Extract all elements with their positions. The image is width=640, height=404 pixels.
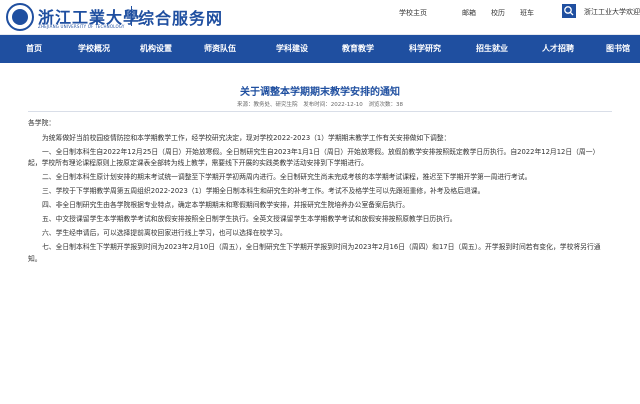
meta-date: 发布时间：2022-12-10 (303, 102, 363, 108)
article-meta: 来源：教务处、研究生院 发布时间：2022-12-10 浏览次数：38 (0, 100, 640, 108)
paragraph-4: 四、非全日制研究生由各学院根据专业特点，确定本学期期末和寒假期间教学安排，并报研… (42, 201, 410, 209)
article-area: 关于调整本学期期末教学安排的通知 来源：教务处、研究生院 发布时间：2022-1… (0, 63, 640, 404)
paragraph-7: 七、全日制本科生下学期开学报到时间为2023年2月10日（周五），全日制研究生下… (28, 243, 601, 263)
meta-views: 浏览次数：38 (368, 102, 403, 108)
nav-about[interactable]: 学校概况 (78, 35, 110, 63)
nav-recruitment[interactable]: 人才招聘 (542, 35, 574, 63)
paragraph-2: 二、全日制本科生原计划安排的期末考试统一调整至下学期开学初两周内进行。全日制研究… (42, 173, 532, 181)
meta-source: 来源：教务处、研究生院 (237, 102, 298, 108)
header-divider (131, 6, 132, 26)
welcome-text: 浙江工业大学欢迎您! (584, 8, 640, 16)
article-title: 关于调整本学期期末教学安排的通知 (240, 87, 400, 98)
nav-organization[interactable]: 机构设置 (140, 35, 172, 63)
nav-discipline[interactable]: 学科建设 (276, 35, 308, 63)
link-school-home[interactable]: 学校主页 (399, 8, 427, 18)
main-nav: 首页 学校概况 机构设置 师资队伍 学科建设 教育教学 科学研究 招生就业 人才… (0, 35, 640, 63)
nav-education[interactable]: 教育教学 (342, 35, 374, 63)
paragraph-6: 六、学生经申请后，可以选择提前离校回家进行线上学习，也可以选择在校学习。 (42, 229, 287, 237)
site-title: 综合服务网 (138, 9, 224, 28)
link-shuttle-bus[interactable]: 班车 (520, 8, 534, 18)
paragraph-3: 三、学校于下学期教学周第五周组织2022-2023（1）学期全日制本科生和研究生… (42, 187, 485, 195)
greeting: 各学院： (28, 119, 56, 127)
top-header: 浙江工業大學 ZHEJIANG UNIVERSITY OF TECHNOLOGY… (0, 0, 640, 35)
paragraph-1: 一、全日制本科生自2022年12月25日（周日）开始放寒假。全日制研究生自202… (28, 147, 600, 168)
nav-library[interactable]: 图书馆 (606, 35, 630, 63)
link-email[interactable]: 邮箱 (462, 8, 476, 18)
university-logo[interactable] (6, 3, 34, 31)
nav-home[interactable]: 首页 (26, 35, 42, 63)
article-body: 各学院： 为统筹做好当前校园疫情防控和本学期教学工作，经学校研究决定，现对学校2… (28, 118, 612, 268)
paragraph-5: 五、中文授课留学生本学期教学考试和放假安排按照全日制学生执行。全英文授课留学生本… (42, 215, 457, 223)
search-icon[interactable] (562, 4, 576, 18)
title-divider (28, 111, 612, 112)
logo-emblem (12, 9, 28, 25)
link-calendar[interactable]: 校历 (491, 8, 505, 18)
top-links: 学校主页 邮箱 校历 班车 (399, 7, 549, 19)
nav-faculty[interactable]: 师资队伍 (204, 35, 236, 63)
nav-research[interactable]: 科学研究 (409, 35, 441, 63)
paragraph-intro: 为统筹做好当前校园疫情防控和本学期教学工作，经学校研究决定，现对学校2022-2… (42, 133, 451, 142)
nav-admission[interactable]: 招生就业 (476, 35, 508, 63)
school-name-en: ZHEJIANG UNIVERSITY OF TECHNOLOGY (38, 24, 125, 29)
